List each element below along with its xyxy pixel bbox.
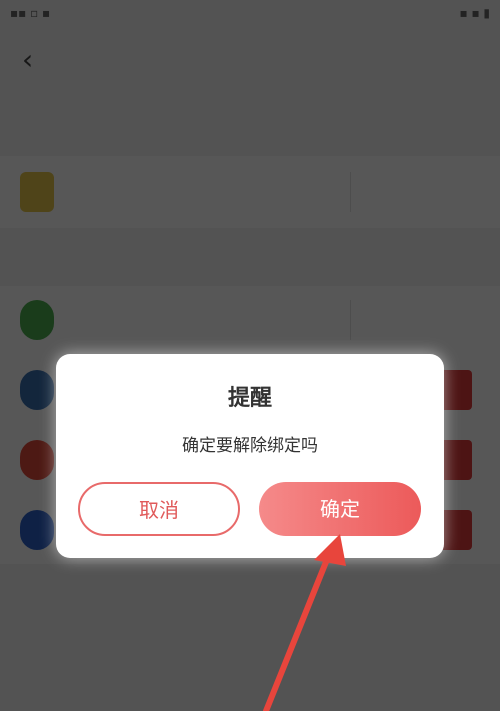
- dialog-title: 提醒: [227, 386, 272, 411]
- confirm-button[interactable]: 确定: [259, 482, 421, 536]
- cancel-button[interactable]: 取消: [78, 482, 240, 536]
- dialog-message: 确定要解除绑定吗: [182, 436, 318, 456]
- confirm-dialog: 提醒 确定要解除绑定吗 取消 确定: [56, 354, 444, 558]
